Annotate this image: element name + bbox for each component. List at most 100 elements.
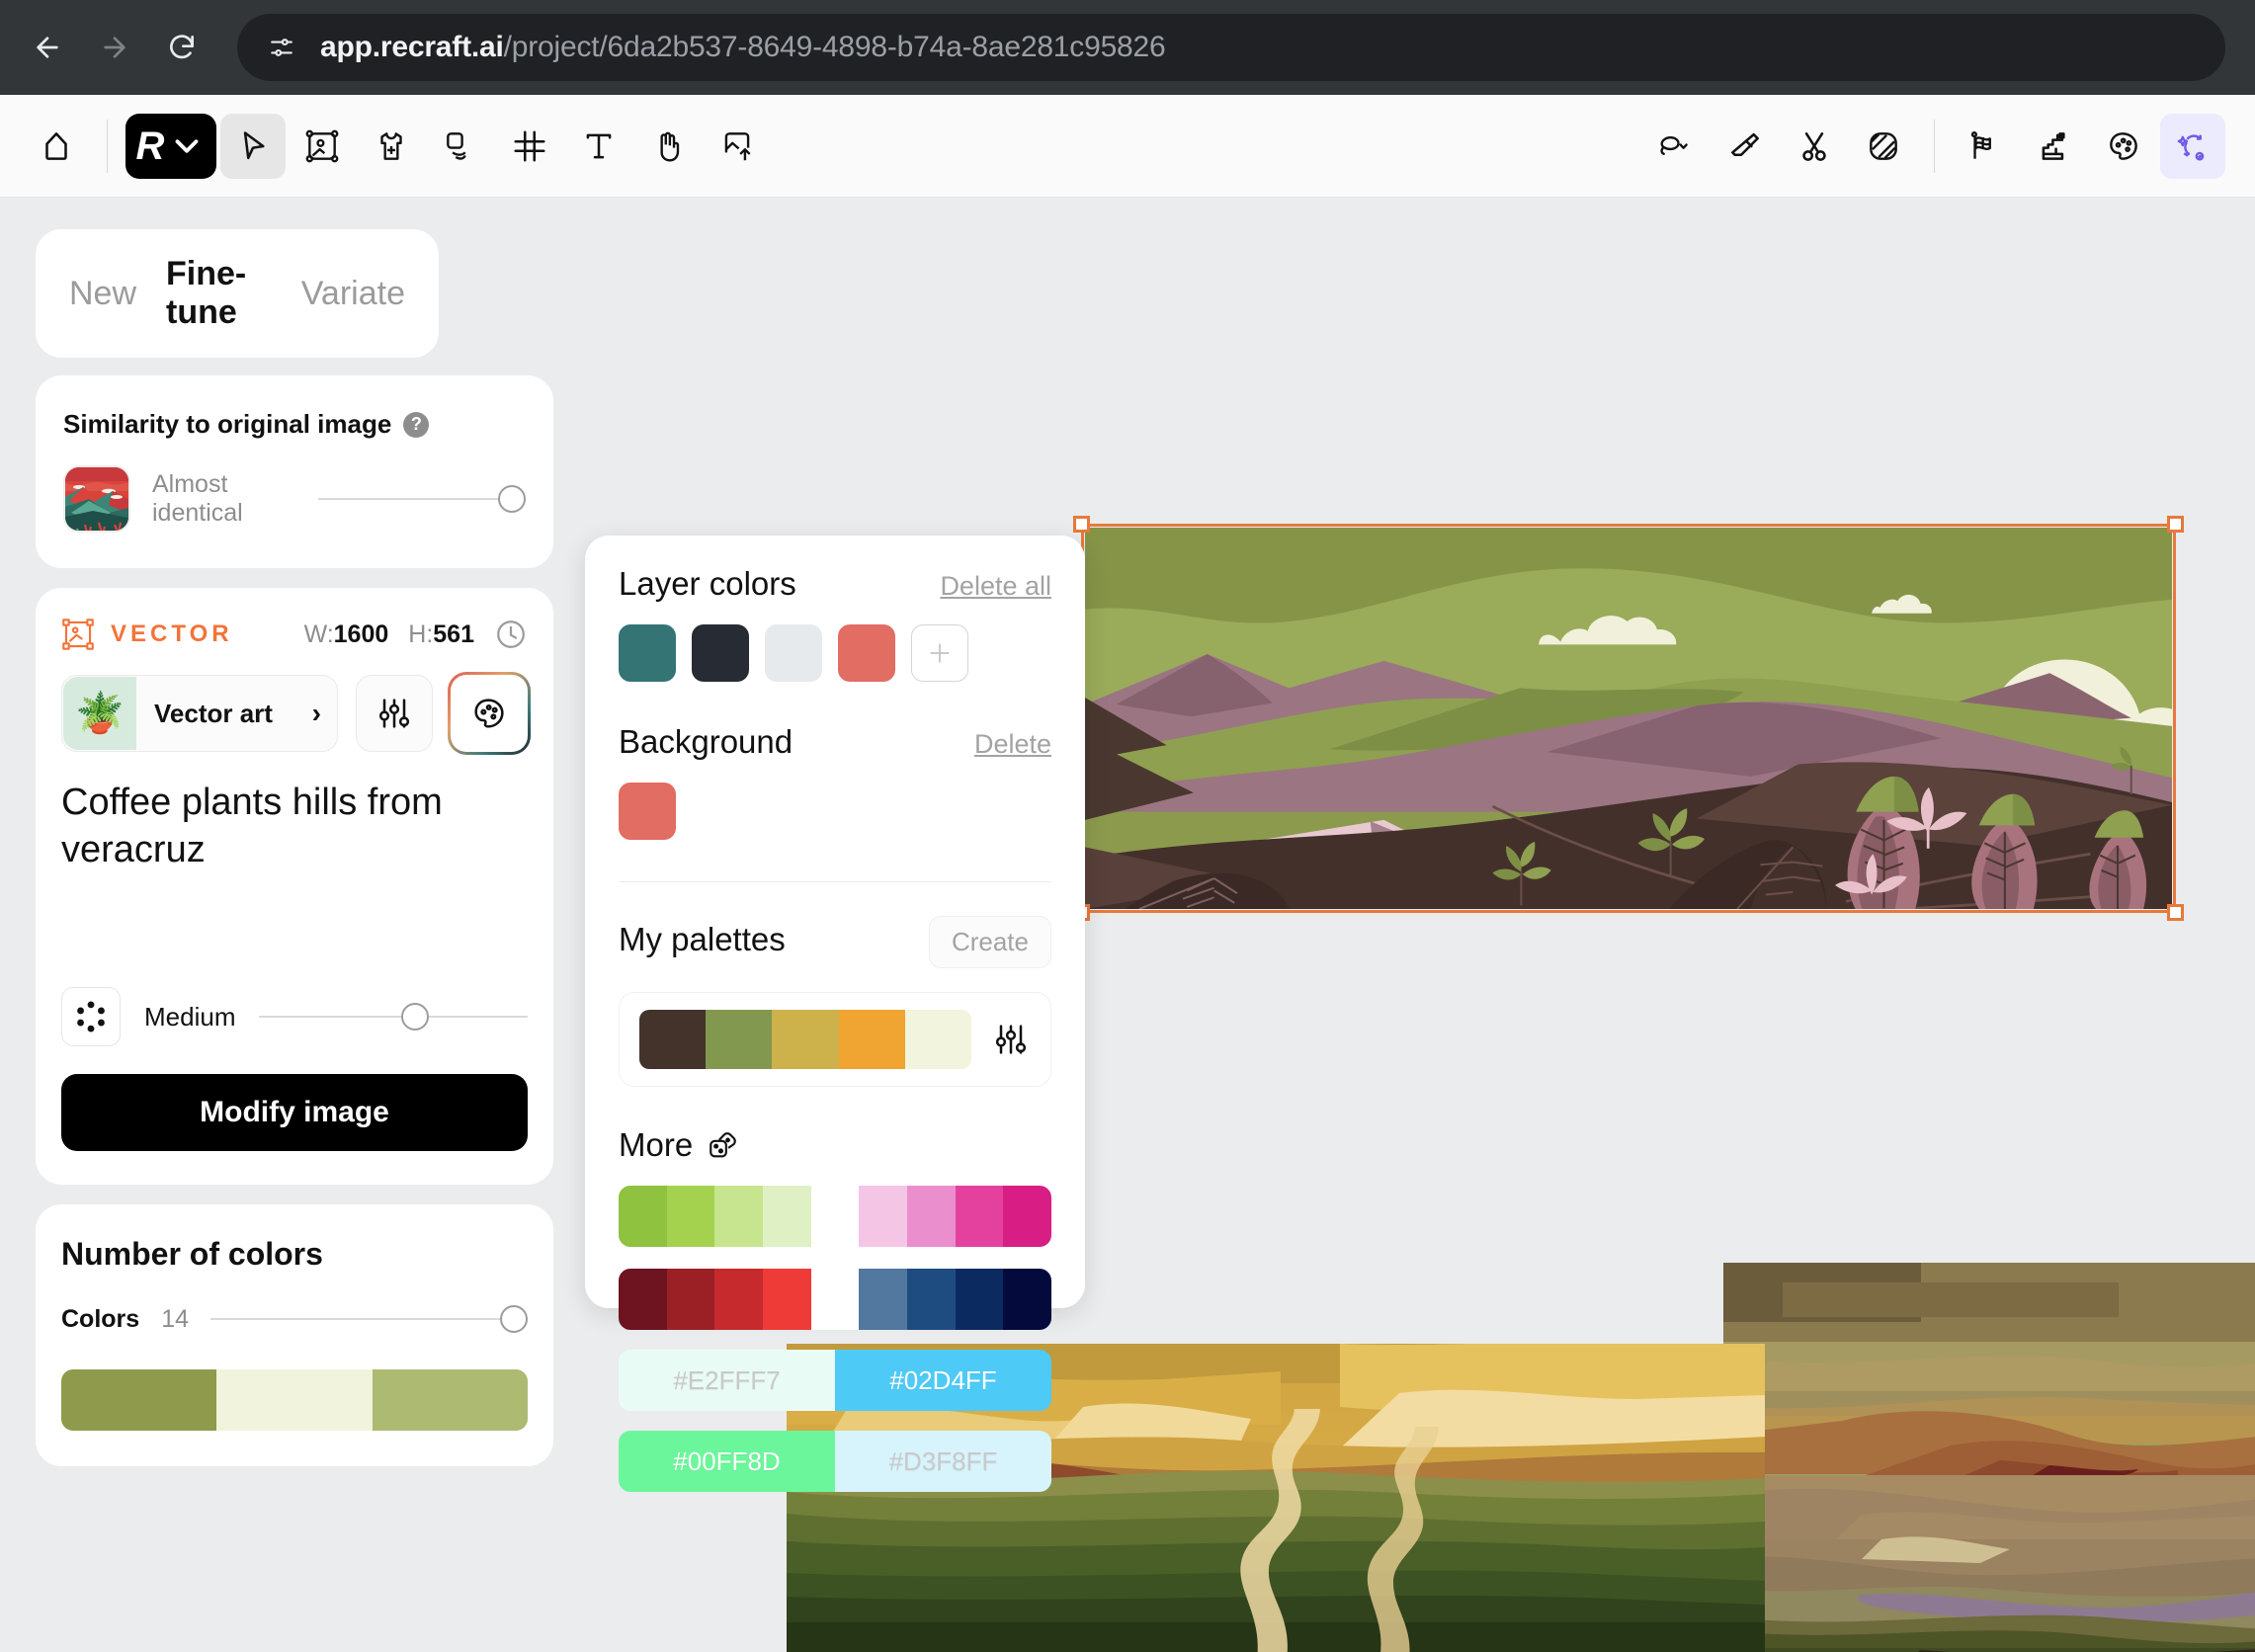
layer-color-chip-1[interactable]	[619, 624, 676, 682]
pan-tool-button[interactable]	[635, 114, 701, 179]
finish-button[interactable]	[1953, 114, 2018, 179]
gradient-1-stop-2	[666, 1186, 715, 1247]
home-button[interactable]	[24, 114, 89, 179]
hex-swatch-1[interactable]: #E2FFF7	[619, 1350, 835, 1411]
gradient-row-1[interactable]	[619, 1186, 1051, 1247]
chevron-right-icon: ›	[311, 698, 321, 728]
reload-button[interactable]	[148, 14, 215, 81]
selection-handle-top-right[interactable]	[2167, 516, 2184, 533]
landscape-raster-b[interactable]	[1723, 1263, 2255, 1652]
palette-item[interactable]	[619, 992, 1051, 1087]
hand-icon	[660, 131, 680, 161]
clock-icon[interactable]	[494, 618, 528, 651]
layer-color-chip-3[interactable]	[765, 624, 822, 682]
layer-colors-title: Layer colors	[619, 565, 796, 602]
colors-swatch-bar[interactable]	[61, 1369, 528, 1431]
style-picker-button[interactable]: 🪴 Vector art ›	[61, 675, 338, 752]
lasso-tool-button[interactable]	[1629, 114, 1709, 179]
hex-swatch-4[interactable]: #D3F8FF	[835, 1431, 1051, 1492]
toolbar-right-group	[1629, 113, 2255, 179]
dice-icon[interactable]	[707, 1128, 740, 1162]
colors-slider[interactable]	[210, 1302, 528, 1336]
detail-slider[interactable]	[259, 1000, 528, 1033]
back-button[interactable]	[14, 14, 81, 81]
gradient-1-stop-3	[714, 1186, 764, 1247]
recraft-logo-icon: R	[135, 124, 165, 168]
style-palette-button[interactable]	[448, 672, 531, 755]
gradient-1-stop-4	[763, 1186, 811, 1247]
create-palette-button[interactable]: Create	[928, 916, 1051, 968]
delete-all-link[interactable]: Delete all	[940, 571, 1051, 602]
add-color-button[interactable]	[911, 624, 968, 682]
hex-swatch-2[interactable]: #02D4FF	[835, 1350, 1051, 1411]
cut-tool-button[interactable]	[1782, 114, 1847, 179]
palette-icon	[2110, 131, 2137, 160]
similarity-value-label: Almost identical	[152, 470, 243, 527]
colors-swatch-3[interactable]	[372, 1369, 528, 1431]
select-tool-button[interactable]	[220, 113, 286, 179]
layer-color-chip-4[interactable]	[838, 624, 895, 682]
recraft-menu-button[interactable]: R	[125, 113, 216, 179]
landscape-raster-b-art	[1723, 1263, 2255, 1652]
similarity-slider-knob[interactable]	[498, 485, 526, 513]
selection-handle-bottom-right[interactable]	[2167, 904, 2184, 921]
colors-value: 14	[161, 1304, 189, 1333]
colors-swatch-1[interactable]	[61, 1369, 217, 1431]
layers-tool-button[interactable]	[428, 114, 493, 179]
hex-pair-row-2[interactable]: #00FF8D #D3F8FF	[619, 1431, 1051, 1492]
image-tool-button[interactable]	[290, 114, 355, 179]
upload-image-icon	[724, 131, 751, 160]
delete-background-link[interactable]: Delete	[974, 729, 1051, 760]
layer-colors-header: Layer colors Delete all	[619, 565, 1051, 603]
browser-toolbar: app.recraft.ai/project/6da2b537-8649-489…	[0, 0, 2255, 95]
more-header: More	[619, 1126, 1051, 1164]
canvas-area[interactable]: New Fine-tune Variate Similarity to orig…	[0, 198, 2255, 1652]
detail-level-button[interactable]	[61, 987, 121, 1046]
text-icon	[586, 133, 612, 158]
style-settings-button[interactable]	[356, 675, 433, 752]
remove-background-button[interactable]	[1851, 114, 1916, 179]
gradient-2-stop-3	[714, 1269, 764, 1330]
sliders-icon	[378, 699, 410, 728]
background-color-chip[interactable]	[619, 783, 676, 840]
text-tool-button[interactable]	[566, 114, 631, 179]
gradient-2-stop-9	[1003, 1269, 1051, 1330]
gradient-2-stop-5	[810, 1269, 860, 1330]
forward-button[interactable]	[81, 14, 148, 81]
width-value: 1600	[333, 620, 389, 648]
tab-fine-tune[interactable]: Fine-tune	[166, 255, 272, 332]
sliders-icon[interactable]	[991, 1020, 1031, 1059]
recolor-button[interactable]	[2091, 114, 2156, 179]
frame-tool-button[interactable]	[497, 114, 562, 179]
site-settings-icon	[271, 39, 292, 56]
colors-slider-knob[interactable]	[500, 1305, 528, 1333]
gradient-row-2[interactable]	[619, 1269, 1051, 1330]
hex-pair-row-1[interactable]: #E2FFF7 #02D4FF	[619, 1350, 1051, 1411]
tab-new[interactable]: New	[69, 275, 136, 313]
upload-tool-button[interactable]	[705, 114, 770, 179]
coffee-plants-hills-vector[interactable]	[1073, 516, 2184, 921]
similarity-slider[interactable]	[318, 482, 526, 516]
layer-color-chip-2[interactable]	[692, 624, 749, 682]
hex-swatch-3[interactable]: #00FF8D	[619, 1431, 835, 1492]
dots-circle-icon	[77, 1001, 105, 1032]
toolbar-left-group: R	[0, 113, 770, 179]
background-title: Background	[619, 723, 793, 760]
site-settings-button[interactable]	[259, 25, 304, 70]
colors-control-row: Colors 14	[61, 1302, 528, 1336]
vectorize-button[interactable]	[2160, 113, 2225, 179]
tshirt-mockup-icon	[380, 131, 402, 160]
colors-swatch-2[interactable]	[216, 1369, 373, 1431]
question-mark-icon[interactable]: ?	[403, 411, 430, 438]
address-bar[interactable]: app.recraft.ai/project/6da2b537-8649-489…	[237, 14, 2225, 81]
prompt-text[interactable]: Coffee plants hills from veracruz	[61, 780, 528, 977]
detail-slider-knob[interactable]	[401, 1003, 430, 1031]
mockup-tool-button[interactable]	[359, 114, 424, 179]
chevron-down-icon	[176, 138, 199, 153]
color-popup: Layer colors Delete all Background Delet…	[585, 536, 1085, 1492]
tab-variate[interactable]: Variate	[301, 275, 405, 313]
modify-image-button[interactable]: Modify image	[61, 1074, 528, 1151]
selection-handle-top-left[interactable]	[1073, 516, 1090, 533]
eraser-tool-button[interactable]	[1712, 114, 1778, 179]
upscale-button[interactable]	[2022, 114, 2087, 179]
